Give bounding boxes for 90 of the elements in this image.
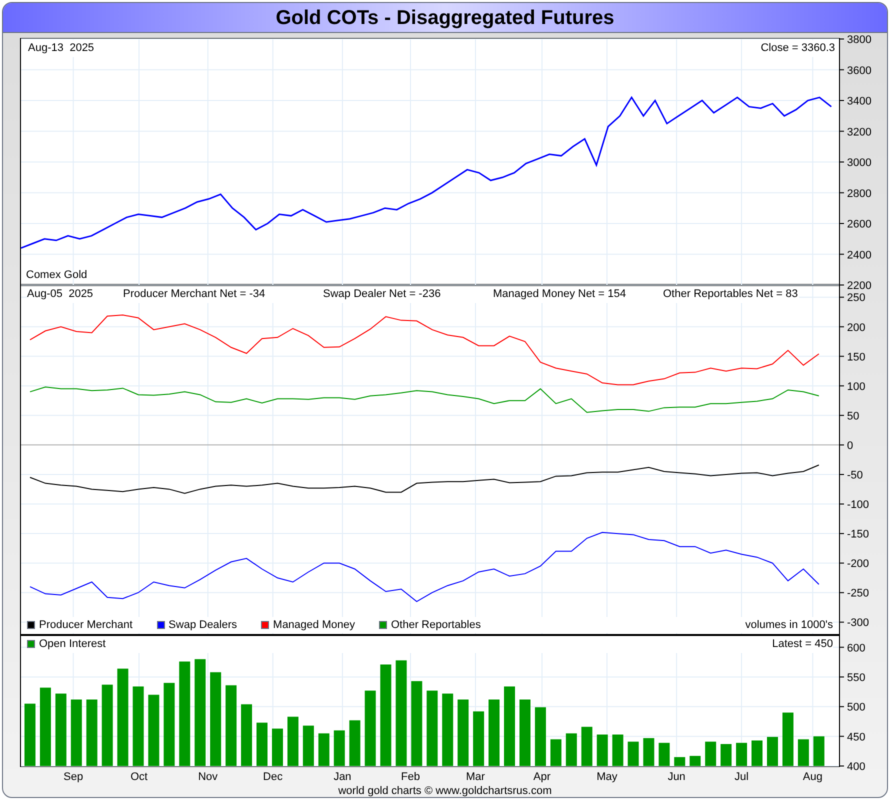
volume-bar [473,711,484,766]
volume-bar [287,716,298,766]
volume-bar [550,739,562,766]
axis-label: 250 [847,292,866,304]
axis-label: Jul [734,771,749,783]
axis-label: Dec [263,771,283,783]
volume-bar [766,736,778,766]
axis-label: 2600 [847,218,872,230]
volume-bar [334,730,345,766]
axis-label: 3000 [847,157,872,169]
volume-bar [752,740,763,766]
volume-bar [519,700,530,766]
volume-bar [782,712,794,766]
axis-label: -300 [847,617,870,630]
volume-bar [720,744,732,766]
instrument-label: Comex Gold [26,268,88,282]
net-position-label: Other Reportables Net = 83 [663,287,798,302]
volume-bar [705,742,716,766]
volume-bar [581,726,592,766]
legend-label: Managed Money [273,618,355,632]
volume-bar [272,728,283,766]
axis-label: -150 [847,528,870,541]
axis-label: 500 [847,702,866,714]
volume-bar [302,726,314,766]
axis-label: -250 [847,588,870,600]
axis-label: 3200 [847,126,872,138]
axis-label: -50 [847,469,863,482]
axis-label: Sep [64,771,84,783]
volume-bar [658,742,670,766]
volume-bar [24,704,36,766]
window-title: Gold COTs - Disaggregated Futures [3,3,887,33]
axis-label: Nov [198,771,218,783]
axis-label: -100 [847,499,870,512]
volume-bar [318,733,330,766]
axis-label: 3400 [847,96,872,108]
axis-label: 3600 [847,64,872,77]
close-label: Close = 3360.3 [760,40,835,56]
volume-bar [612,734,624,766]
axis-label: May [596,771,618,783]
volume-bar [628,742,639,766]
volume-bar [488,700,500,766]
volume-bar [349,720,360,766]
axis-label: 2800 [847,188,872,200]
net-position-label: Producer Merchant Net = -34 [123,287,266,302]
axis-label: 200 [847,322,866,334]
axis-label: Mar [466,771,485,783]
footer-text: world gold charts © www.goldchartsrus.com [337,785,553,797]
axis-label: 600 [847,642,866,654]
volume-bar [596,734,608,766]
volume-bar [690,756,701,766]
axis-label: 100 [847,380,866,393]
axis-label: -200 [847,558,870,570]
axis-label: 2400 [847,249,872,262]
units-label: volumes in 1000's [745,618,833,632]
date-label: Aug-13 2025 [28,40,94,56]
net-position-label: Swap Dealer Net = -236 [323,287,442,302]
volume-bar [70,700,82,766]
volume-bar [736,742,748,766]
axis-label: 400 [847,761,866,773]
axis-label: Feb [401,771,420,783]
axis-label: 450 [847,731,866,744]
axis-label: 2200 [847,280,872,292]
volume-bar [798,739,809,766]
legend-label: Swap Dealers [168,618,238,632]
axis-label: 50 [847,410,860,422]
legend-label: Other Reportables [390,618,481,632]
latest-label: Latest = 450 [772,637,833,652]
volume-bar [813,736,824,766]
volume-bar [86,700,98,766]
date-label: Aug-05 2025 [27,287,94,302]
volume-bar [566,733,577,766]
volume-bar [534,707,546,766]
axis-label: Jan [334,771,352,783]
axis-label: 3800 [847,34,872,46]
axis-label: Jun [668,771,686,783]
volume-bar [643,738,654,766]
axis-label: 550 [847,672,866,684]
axis-label: Oct [130,771,148,783]
axis-label: Apr [533,771,551,783]
axis-label: 0 [847,440,854,452]
volume-bar [148,694,160,766]
axis-label: 150 [847,351,866,364]
volume-bar [458,700,469,766]
volume-bar [241,704,252,766]
legend-label: Producer Merchant [39,618,133,632]
volume-bar [674,757,686,766]
net-position-label: Managed Money Net = 154 [493,287,628,302]
legend-label: Open Interest [39,637,106,652]
volume-bar [256,722,268,766]
axis-label: Aug [802,771,822,783]
